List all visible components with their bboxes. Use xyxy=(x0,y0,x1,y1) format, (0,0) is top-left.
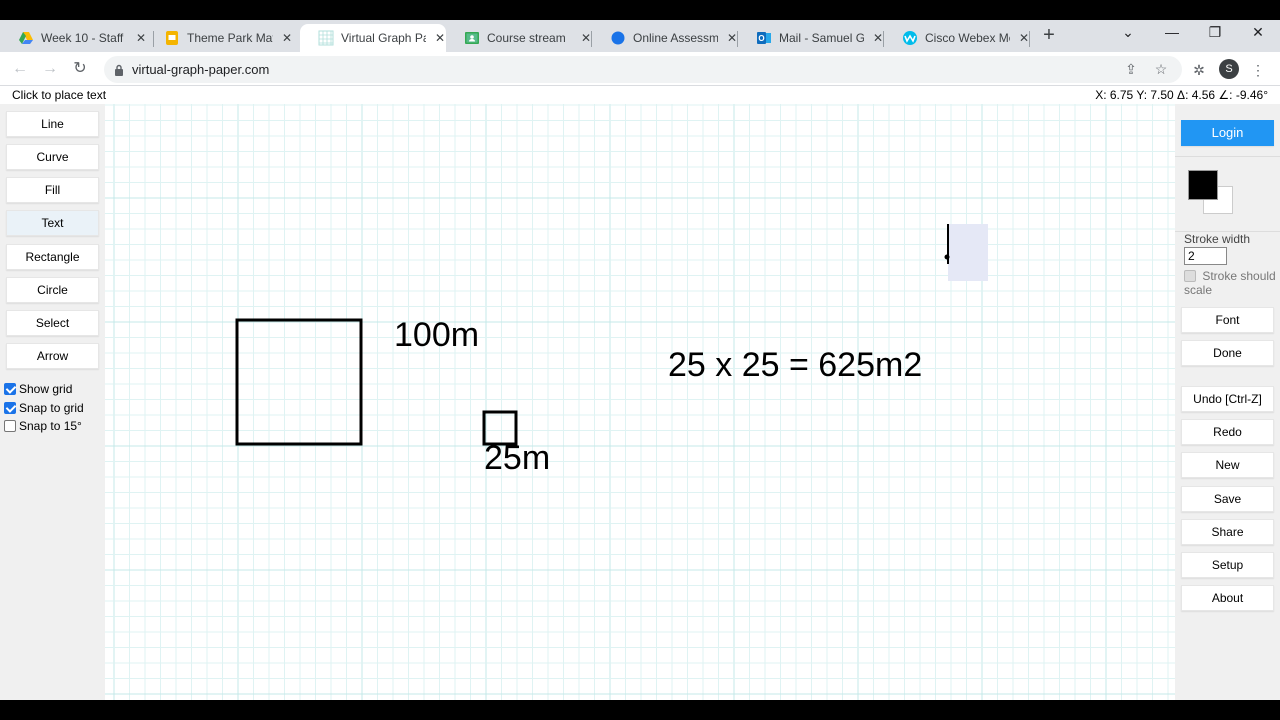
stroke-scale-option: Stroke should scale xyxy=(1184,269,1280,297)
large-square[interactable] xyxy=(235,318,363,446)
profile-avatar[interactable]: S xyxy=(1219,59,1239,79)
text-tool-button[interactable]: Text xyxy=(6,210,99,236)
tab-search-chevron-icon[interactable]: ⌄ xyxy=(1118,24,1138,41)
app-status-bar: Click to place text X: 6.75 Y: 7.50 Δ: 4… xyxy=(0,86,1280,104)
tab-title: Course stream xyxy=(487,31,566,45)
tab-theme-park[interactable]: Theme Park Math ✕ xyxy=(146,24,300,52)
tab-title: Cisco Webex Me xyxy=(925,31,1011,45)
new-button[interactable]: New xyxy=(1181,452,1274,478)
tab-title: Week 10 - Staff D xyxy=(41,31,127,45)
restore-icon[interactable]: ❐ xyxy=(1205,24,1225,41)
foreground-color-swatch[interactable] xyxy=(1188,170,1218,200)
tab-week10[interactable]: Week 10 - Staff D ✕ xyxy=(0,24,154,52)
tab-title: Online Assessme xyxy=(633,31,719,45)
drawing-canvas[interactable]: 100m 25m 25 x 25 = 625m2 xyxy=(105,104,1175,700)
text-edit-box[interactable] xyxy=(948,224,988,281)
reload-icon[interactable]: ↻ xyxy=(69,58,91,80)
lock-icon xyxy=(114,63,124,76)
tab-title: Virtual Graph Pap xyxy=(341,31,426,45)
window-close-icon[interactable]: ✕ xyxy=(1248,24,1268,41)
browser-toolbar: ← → ↻ virtual-graph-paper.com ⇪ ☆ ✲ S ⋮ xyxy=(0,52,1280,86)
cursor-point xyxy=(944,254,950,260)
snap-to-15-label: Snap to 15° xyxy=(19,419,82,433)
checkbox-unchecked[interactable] xyxy=(4,420,16,432)
rectangle-tool-button[interactable]: Rectangle xyxy=(6,244,99,270)
label-100m[interactable]: 100m xyxy=(394,316,479,354)
undo-button[interactable]: Undo [Ctrl-Z] xyxy=(1181,386,1274,412)
stroke-scale-label: Stroke should scale xyxy=(1184,269,1276,297)
tab-title: Theme Park Math xyxy=(187,31,273,45)
cursor-readout: X: 6.75 Y: 7.50 Δ: 4.56 ∠: -9.46° xyxy=(1095,88,1268,102)
tab-strip: Week 10 - Staff D ✕ Theme Park Math ✕ Vi… xyxy=(0,20,1280,52)
login-button[interactable]: Login xyxy=(1181,120,1274,146)
menu-kebab-icon[interactable]: ⋮ xyxy=(1248,60,1268,80)
about-button[interactable]: About xyxy=(1181,585,1274,611)
new-tab-plus-icon[interactable]: + xyxy=(1040,25,1058,45)
bookmark-star-icon[interactable]: ☆ xyxy=(1152,60,1170,78)
address-bar[interactable]: virtual-graph-paper.com ⇪ ☆ xyxy=(104,56,1182,83)
back-arrow-icon[interactable]: ← xyxy=(9,58,31,80)
checkbox-checked[interactable] xyxy=(4,402,16,414)
snap-to-grid-checkbox[interactable]: Snap to grid xyxy=(4,401,84,415)
stroke-width-label: Stroke width xyxy=(1184,232,1251,246)
select-tool-button[interactable]: Select xyxy=(6,310,99,336)
graph-paper-app: Line Curve Fill Text Rectangle Circle Se… xyxy=(0,104,1280,700)
done-button[interactable]: Done xyxy=(1181,340,1274,366)
save-button[interactable]: Save xyxy=(1181,486,1274,512)
line-tool-button[interactable]: Line xyxy=(6,111,99,137)
screen: Week 10 - Staff D ✕ Theme Park Math ✕ Vi… xyxy=(0,0,1280,720)
show-grid-checkbox[interactable]: Show grid xyxy=(4,382,72,396)
outlook-icon: O xyxy=(756,30,772,46)
stroke-scale-checkbox xyxy=(1184,270,1196,282)
url-text: virtual-graph-paper.com xyxy=(132,62,270,77)
forward-arrow-icon[interactable]: → xyxy=(39,58,61,80)
close-icon[interactable]: ✕ xyxy=(434,31,446,45)
share-button[interactable]: Share xyxy=(1181,519,1274,545)
graph-paper-svg[interactable]: 100m 25m 25 x 25 = 625m2 xyxy=(105,104,1175,700)
tab-online-assessment[interactable]: Online Assessme ✕ xyxy=(592,24,738,52)
close-icon[interactable]: ✕ xyxy=(281,31,293,45)
font-button[interactable]: Font xyxy=(1181,307,1274,333)
setup-button[interactable]: Setup xyxy=(1181,552,1274,578)
top-letterbox xyxy=(0,0,1280,20)
globe-icon xyxy=(610,30,626,46)
grid-lines xyxy=(105,104,1175,700)
options-panel: Login Stroke width Stroke should scale F… xyxy=(1175,104,1280,700)
snap-to-15-checkbox[interactable]: Snap to 15° xyxy=(4,419,82,433)
share-page-icon[interactable]: ⇪ xyxy=(1122,60,1140,78)
area-equation[interactable]: 25 x 25 = 625m2 xyxy=(668,346,922,384)
redo-button[interactable]: Redo xyxy=(1181,419,1274,445)
tab-course-stream[interactable]: Course stream ✕ xyxy=(446,24,592,52)
graph-paper-icon xyxy=(318,30,334,46)
webex-icon xyxy=(902,30,918,46)
checkbox-checked[interactable] xyxy=(4,383,16,395)
extensions-puzzle-icon[interactable]: ✲ xyxy=(1189,60,1209,80)
arrow-tool-button[interactable]: Arrow xyxy=(6,343,99,369)
label-25m[interactable]: 25m xyxy=(484,439,550,477)
tab-title: Mail - Samuel Gr xyxy=(779,31,865,45)
stroke-width-input[interactable] xyxy=(1184,247,1227,265)
circle-tool-button[interactable]: Circle xyxy=(6,277,99,303)
google-classroom-icon xyxy=(464,30,480,46)
google-drive-icon xyxy=(18,30,34,46)
tool-panel: Line Curve Fill Text Rectangle Circle Se… xyxy=(0,104,105,700)
bottom-letterbox xyxy=(0,700,1280,720)
curve-tool-button[interactable]: Curve xyxy=(6,144,99,170)
show-grid-label: Show grid xyxy=(19,382,73,396)
svg-text:O: O xyxy=(758,34,764,43)
status-hint: Click to place text xyxy=(12,88,107,102)
tab-virtual-graph-paper[interactable]: Virtual Graph Pap ✕ xyxy=(300,24,446,52)
minimize-icon[interactable]: — xyxy=(1162,24,1182,40)
google-slides-icon xyxy=(164,30,180,46)
snap-to-grid-label: Snap to grid xyxy=(19,401,84,415)
tab-webex[interactable]: Cisco Webex Me ✕ xyxy=(884,24,1030,52)
tab-mail[interactable]: O Mail - Samuel Gr ✕ xyxy=(738,24,884,52)
fill-tool-button[interactable]: Fill xyxy=(6,177,99,203)
